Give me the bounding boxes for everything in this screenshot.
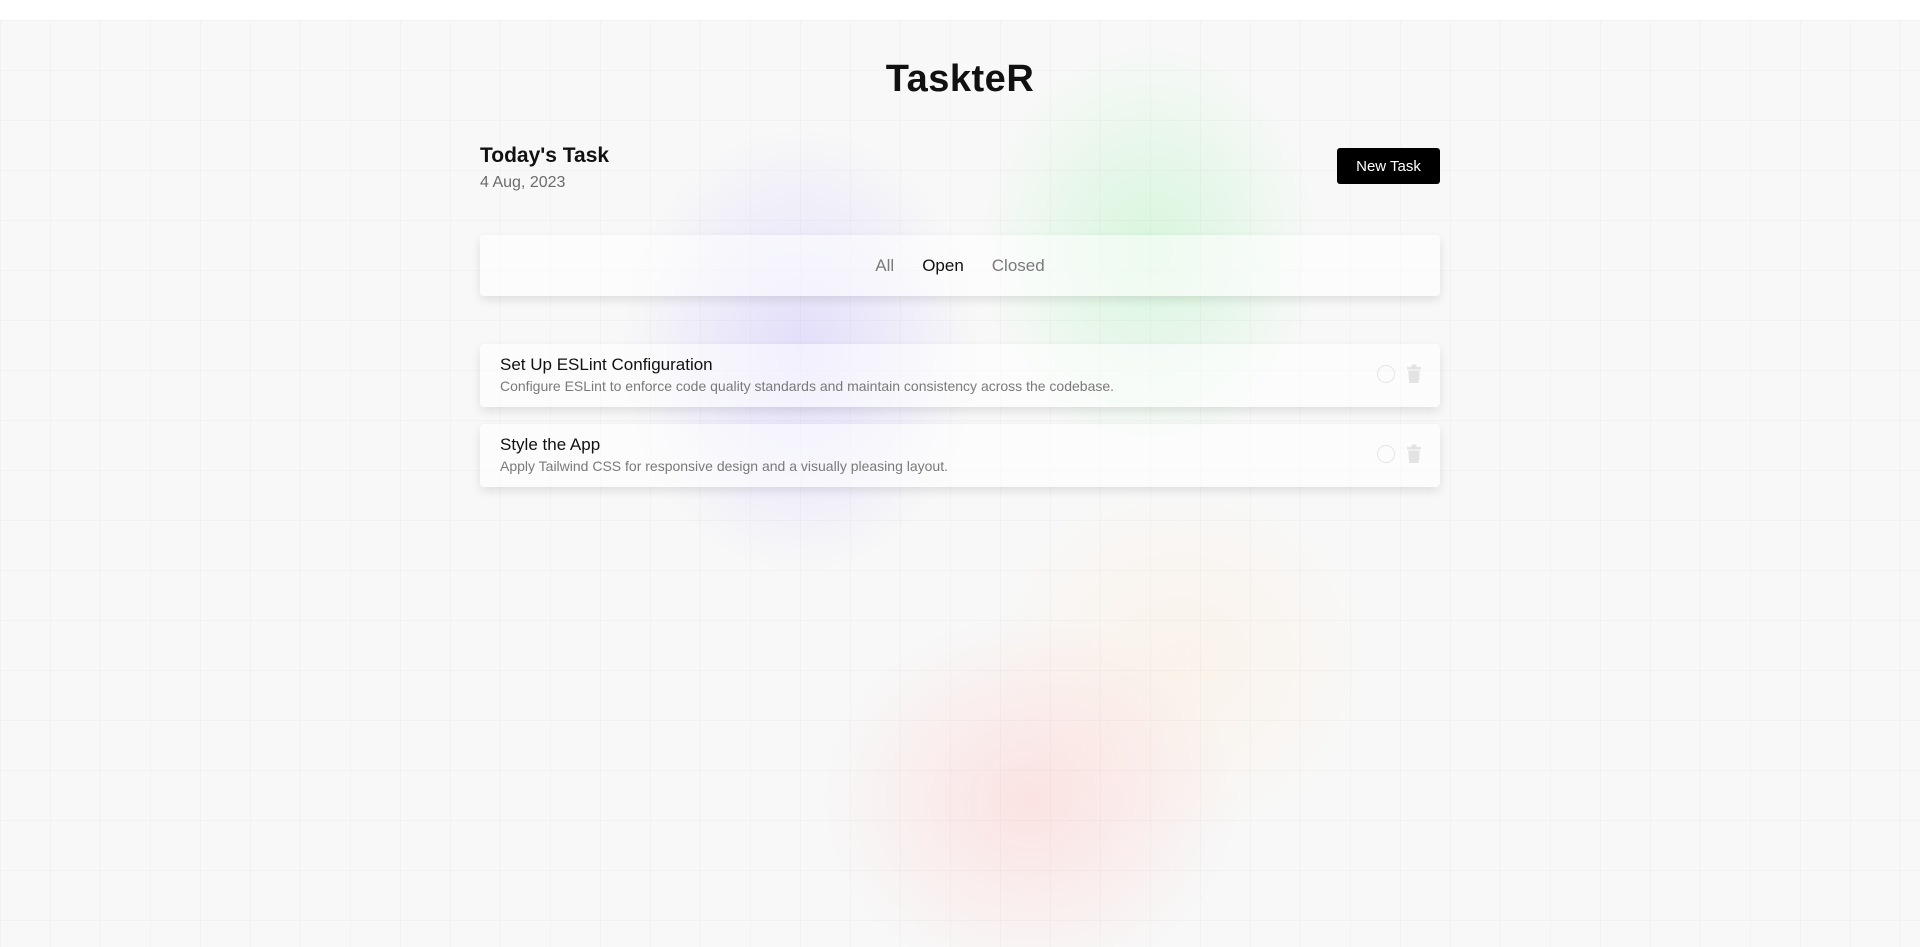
- app-title: TaskteR: [885, 58, 1035, 100]
- task-header: Today's Task 4 Aug, 2023 New Task: [480, 143, 1440, 203]
- task-list: Set Up ESLint Configuration Configure ES…: [480, 344, 1440, 504]
- tab-closed[interactable]: Closed: [992, 255, 1045, 277]
- tab-open[interactable]: Open: [922, 255, 964, 277]
- tab-all[interactable]: All: [875, 255, 894, 277]
- page-background: TaskteR Today's Task 4 Aug, 2023 New Tas…: [0, 20, 1920, 947]
- task-description: Apply Tailwind CSS for responsive design…: [500, 458, 948, 474]
- delete-trash-icon[interactable]: [1407, 364, 1421, 384]
- complete-toggle-circle-icon[interactable]: [1377, 365, 1395, 383]
- page-title: Today's Task: [480, 144, 610, 167]
- task-item[interactable]: Set Up ESLint Configuration Configure ES…: [480, 344, 1440, 407]
- task-title: Style the App: [500, 435, 601, 454]
- new-task-button[interactable]: New Task: [1337, 148, 1440, 184]
- current-date: 4 Aug, 2023: [480, 174, 566, 191]
- task-title: Set Up ESLint Configuration: [500, 355, 713, 374]
- task-description: Configure ESLint to enforce code quality…: [500, 378, 1115, 394]
- filter-tabs: All Open Closed: [480, 235, 1440, 296]
- complete-toggle-circle-icon[interactable]: [1377, 445, 1395, 463]
- delete-trash-icon[interactable]: [1407, 444, 1421, 464]
- task-item[interactable]: Style the App Apply Tailwind CSS for res…: [480, 424, 1440, 487]
